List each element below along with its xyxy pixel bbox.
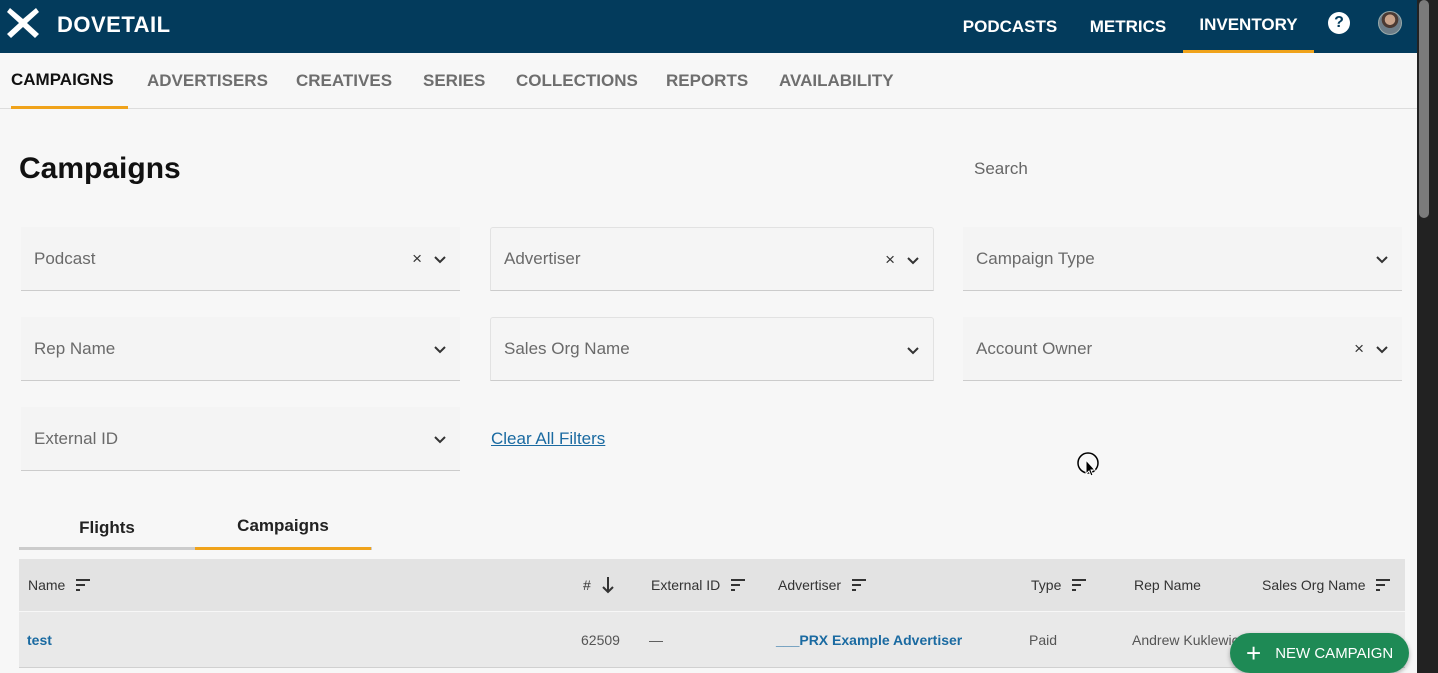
clear-icon[interactable]: × (885, 250, 895, 270)
podcast-filter[interactable]: Podcast × (21, 227, 460, 291)
new-campaign-button[interactable]: + NEW CAMPAIGN (1230, 633, 1409, 673)
column-header-external-id[interactable]: External ID (651, 559, 746, 611)
chevron-down-icon[interactable] (1372, 249, 1392, 269)
chevron-down-icon[interactable] (903, 340, 923, 360)
chevron-down-icon[interactable] (430, 249, 450, 269)
column-header-label: Advertiser (778, 577, 842, 593)
sort-icon[interactable] (1375, 578, 1391, 592)
chevron-down-icon[interactable] (1372, 339, 1392, 359)
rep-name-filter-label: Rep Name (34, 338, 116, 358)
subnav-tab-creatives[interactable]: CREATIVES (296, 53, 392, 109)
arrow-down-icon[interactable] (601, 576, 615, 594)
top-bar: DOVETAIL PODCASTS METRICS INVENTORY ? (0, 0, 1417, 53)
column-header-number[interactable]: # (583, 559, 615, 611)
subnav-tab-advertisers[interactable]: ADVERTISERS (147, 53, 268, 109)
campaign-type-value: Paid (1029, 632, 1058, 648)
column-header-rep-name[interactable]: Rep Name (1134, 559, 1201, 611)
column-header-sales-org-name[interactable]: Sales Org Name (1262, 559, 1391, 611)
campaign-name-link[interactable]: test (27, 612, 52, 668)
rep-name-value: Andrew Kuklewic (1132, 632, 1239, 648)
campaign-type-filter[interactable]: Campaign Type (963, 227, 1402, 291)
nav-podcasts[interactable]: PODCASTS (955, 0, 1065, 53)
column-header-label: Name (28, 577, 66, 593)
table-row[interactable]: test 62509 — ___PRX Example Advertiser P… (19, 612, 1405, 668)
tab-flights[interactable]: Flights (19, 505, 195, 550)
column-header-label: Type (1031, 577, 1062, 593)
external-id-filter-label: External ID (34, 428, 119, 448)
subnav-tab-campaigns[interactable]: CAMPAIGNS (11, 53, 128, 109)
advertiser-filter-label: Advertiser (504, 249, 581, 268)
sales-org-name-filter[interactable]: Sales Org Name (490, 317, 934, 381)
subnav-tab-series[interactable]: SERIES (423, 53, 485, 109)
nav-metrics[interactable]: METRICS (1080, 0, 1176, 53)
account-owner-filter-label: Account Owner (976, 338, 1093, 358)
advertiser-link[interactable]: ___PRX Example Advertiser (776, 612, 962, 668)
plus-icon: + (1246, 638, 1262, 668)
help-icon[interactable]: ? (1328, 12, 1350, 34)
chevron-down-icon[interactable] (430, 339, 450, 359)
sort-icon[interactable] (75, 578, 91, 592)
tab-campaigns[interactable]: Campaigns (195, 505, 371, 550)
campaign-type-filter-label: Campaign Type (976, 248, 1095, 268)
subnav-tab-availability[interactable]: AVAILABILITY (779, 53, 894, 109)
column-header-label: Sales Org Name (1262, 577, 1366, 593)
clear-icon[interactable]: × (412, 249, 422, 269)
search-input[interactable] (962, 142, 1402, 196)
brand-name[interactable]: DOVETAIL (57, 12, 171, 38)
scrollbar-thumb[interactable] (1419, 0, 1429, 218)
table-header: Name # External ID Advertiser Type Rep N… (19, 559, 1405, 611)
clear-all-filters-link[interactable]: Clear All Filters (491, 429, 605, 449)
column-header-label: # (583, 577, 591, 593)
new-campaign-label: NEW CAMPAIGN (1275, 644, 1394, 662)
user-avatar[interactable] (1378, 11, 1402, 35)
sort-icon[interactable] (1071, 578, 1087, 592)
external-id-filter[interactable]: External ID (21, 407, 460, 471)
sort-icon[interactable] (730, 578, 746, 592)
sub-navigation: CAMPAIGNS ADVERTISERS CREATIVES SERIES C… (0, 53, 1417, 109)
dovetail-logo-icon[interactable] (6, 6, 40, 40)
advertiser-filter[interactable]: Advertiser × (490, 227, 934, 291)
nav-inventory[interactable]: INVENTORY (1183, 0, 1314, 53)
subnav-tab-collections[interactable]: COLLECTIONS (516, 53, 638, 109)
mouse-cursor-icon (1077, 452, 1099, 477)
column-header-label: External ID (651, 577, 721, 593)
chevron-down-icon[interactable] (903, 250, 923, 270)
rep-name-filter[interactable]: Rep Name (21, 317, 460, 381)
column-header-advertiser[interactable]: Advertiser (778, 559, 867, 611)
chevron-down-icon[interactable] (430, 429, 450, 449)
sort-icon[interactable] (851, 578, 867, 592)
sales-org-name-filter-label: Sales Org Name (504, 339, 630, 358)
podcast-filter-label: Podcast (34, 248, 96, 268)
page-title: Campaigns (19, 152, 181, 185)
clear-icon[interactable]: × (1354, 339, 1364, 359)
column-header-name[interactable]: Name (28, 559, 91, 611)
view-tabs: Flights Campaigns (19, 505, 372, 550)
subnav-tab-reports[interactable]: REPORTS (666, 53, 748, 109)
external-id-value: — (649, 632, 663, 648)
column-header-type[interactable]: Type (1031, 559, 1087, 611)
column-header-label: Rep Name (1134, 577, 1201, 593)
campaign-number: 62509 (581, 632, 620, 648)
account-owner-filter[interactable]: Account Owner × (963, 317, 1402, 381)
